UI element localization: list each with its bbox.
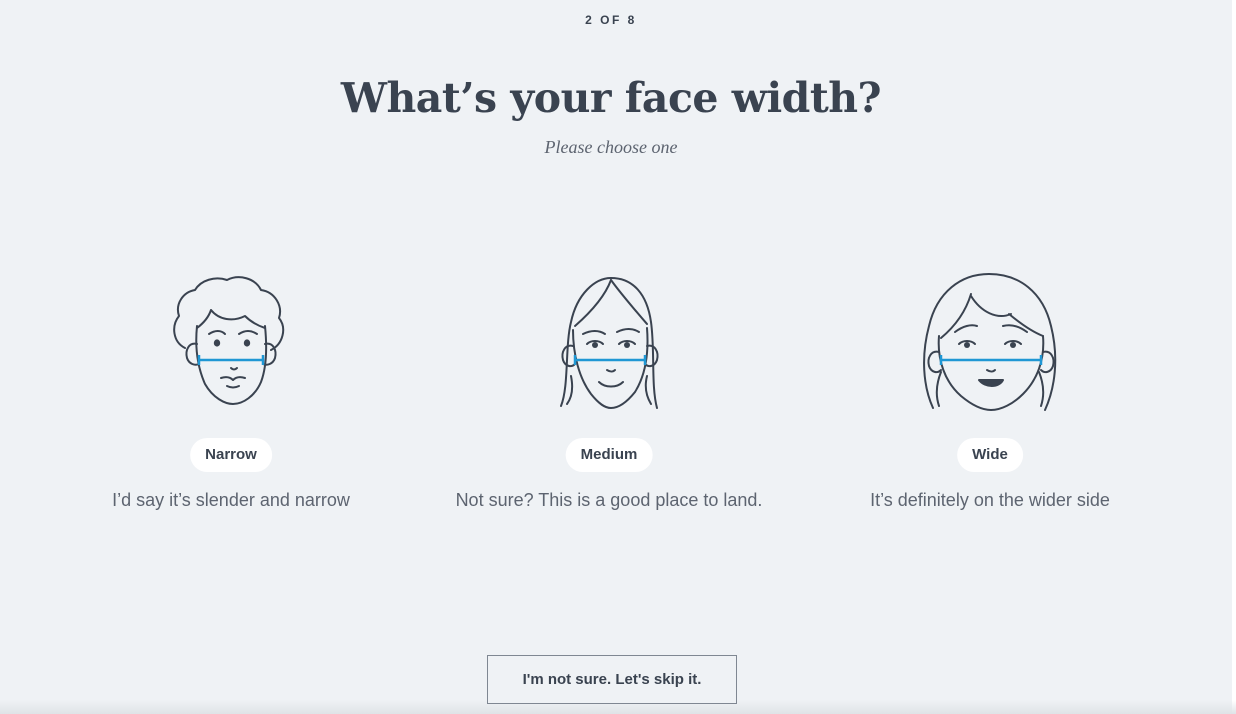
option-narrow[interactable]: Narrow I’d say it’s slender and narrow <box>41 266 421 526</box>
medium-face-icon <box>560 277 659 409</box>
step-indicator: 2 OF 8 <box>585 13 637 27</box>
option-wide[interactable]: Wide It’s definitely on the wider side <box>800 266 1180 526</box>
option-description-narrow: I’d say it’s slender and narrow <box>112 490 350 510</box>
page-subtitle: Please choose one <box>544 137 678 157</box>
option-description-medium: Not sure? This is a good place to land. <box>455 490 763 510</box>
right-edge <box>1232 0 1236 714</box>
option-label-medium: Medium <box>565 438 653 472</box>
wide-face-icon <box>923 273 1057 411</box>
option-label-wide: Wide <box>957 438 1023 472</box>
page-title: What’s your face width? <box>340 74 882 122</box>
option-medium[interactable]: Medium Not sure? This is a good place to… <box>419 266 799 526</box>
option-label-narrow: Narrow <box>190 438 272 472</box>
narrow-face-icon <box>173 276 285 405</box>
option-description-wide: It’s definitely on the wider side <box>870 490 1110 510</box>
skip-button[interactable]: I'm not sure. Let's skip it. <box>487 655 737 704</box>
